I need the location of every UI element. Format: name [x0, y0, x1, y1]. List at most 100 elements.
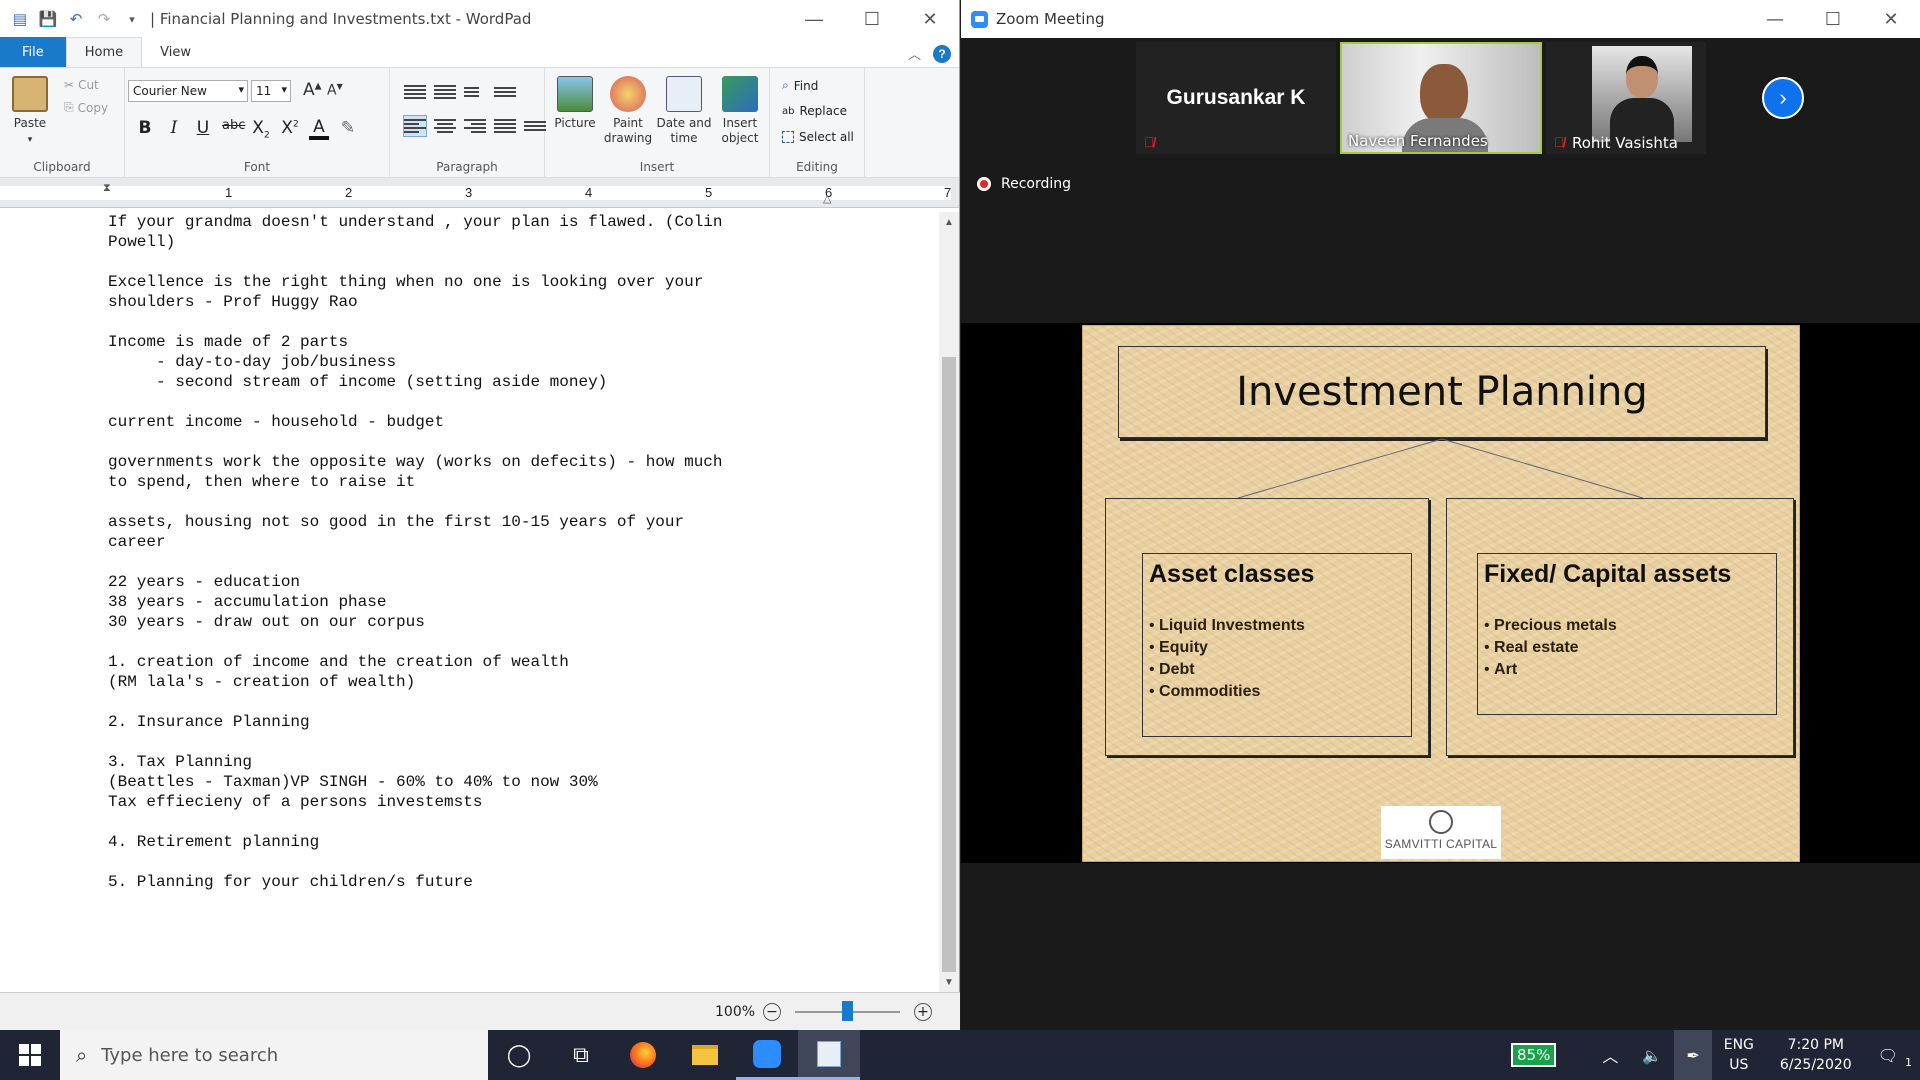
- clock-time: 7:20 PM: [1787, 1037, 1844, 1053]
- vertical-scrollbar[interactable]: ▲ ▼: [939, 212, 959, 992]
- list-icon[interactable]: [464, 82, 486, 102]
- participant-name: Naveen Fernandes: [1348, 132, 1488, 150]
- find-button[interactable]: ⌕ Find: [782, 78, 818, 93]
- align-left-icon[interactable]: [403, 115, 427, 137]
- bold-icon[interactable]: B: [135, 118, 155, 140]
- language-indicator[interactable]: ENG US: [1712, 1035, 1766, 1075]
- right-indent-marker-icon[interactable]: △: [823, 192, 831, 205]
- tab-file[interactable]: File: [0, 37, 66, 67]
- replace-button[interactable]: ab Replace: [782, 104, 847, 118]
- ruler-number: 5: [705, 185, 713, 200]
- insert-object-button[interactable]: Insert object: [715, 76, 765, 146]
- zoom-out-icon[interactable]: −: [763, 1002, 782, 1021]
- search-placeholder: Type here to search: [101, 1044, 279, 1066]
- cut-button[interactable]: ✂ Cut: [64, 78, 99, 92]
- strikethrough-icon[interactable]: abc: [222, 118, 245, 140]
- zoom-window-title: Zoom Meeting: [996, 10, 1105, 28]
- participant-tile[interactable]: Gurusankar K 🎙̸: [1136, 42, 1336, 154]
- help-icon[interactable]: ?: [933, 44, 951, 63]
- increase-indent-icon[interactable]: [434, 82, 456, 102]
- collapse-ribbon-icon[interactable]: ︿: [908, 44, 921, 63]
- font-family-select[interactable]: Courier New: [128, 80, 248, 102]
- italic-icon[interactable]: I: [164, 118, 184, 140]
- notifications-button[interactable]: 🗨 1: [1866, 1046, 1920, 1069]
- next-page-icon[interactable]: ›: [1762, 77, 1804, 119]
- ruler[interactable]: 1 2 3 4 5 6 7 ⧗ △: [0, 178, 959, 208]
- select-all-button[interactable]: Select all: [782, 130, 854, 144]
- document-line: Powell): [108, 233, 176, 251]
- replace-icon: ab: [782, 105, 795, 117]
- font-size-select[interactable]: 11: [251, 80, 291, 102]
- close-button[interactable]: ✕: [901, 0, 959, 38]
- font-group-label: Font: [243, 160, 271, 174]
- paint-drawing-button[interactable]: Paint drawing: [603, 76, 653, 146]
- grow-font-icon[interactable]: A▲: [303, 80, 322, 100]
- zoom-close-button[interactable]: ✕: [1862, 0, 1920, 38]
- undo-icon[interactable]: ↶: [66, 9, 86, 29]
- document-line: assets, housing not so good in the first…: [108, 513, 685, 531]
- copy-button[interactable]: ⎘ Copy: [64, 100, 108, 115]
- superscript-icon[interactable]: X2: [280, 118, 300, 140]
- battery-indicator[interactable]: 85%: [1511, 1043, 1557, 1067]
- line-spacing-icon[interactable]: [494, 82, 516, 102]
- fixed-assets-outer-box: Fixed/ Capital assets Precious metals Re…: [1446, 498, 1794, 756]
- paint-label: Paint drawing: [603, 116, 653, 145]
- firefox-icon[interactable]: [612, 1030, 674, 1080]
- scrollbar-thumb[interactable]: [942, 357, 956, 972]
- picture-label: Picture: [554, 116, 596, 130]
- tab-home[interactable]: Home: [65, 37, 143, 67]
- zoom-slider[interactable]: [795, 1000, 901, 1021]
- participant-tile[interactable]: 🎙̸ Rohit Vasishta: [1546, 42, 1706, 154]
- scroll-up-icon[interactable]: ▲: [939, 212, 959, 232]
- tab-view[interactable]: View: [142, 37, 209, 67]
- file-explorer-icon[interactable]: [674, 1030, 736, 1080]
- text-color-icon[interactable]: A: [309, 118, 329, 141]
- document-line: If your grandma doesn't understand , you…: [108, 213, 723, 231]
- customize-qat-icon[interactable]: ▾: [122, 9, 142, 29]
- volume-icon[interactable]: 🔈: [1630, 1046, 1674, 1065]
- align-right-icon[interactable]: [464, 116, 486, 136]
- justify-icon[interactable]: [494, 116, 516, 136]
- scroll-down-icon[interactable]: ▼: [939, 972, 959, 992]
- redo-icon[interactable]: ↷: [94, 9, 114, 29]
- document-body[interactable]: If your grandma doesn't understand , you…: [0, 212, 940, 992]
- window-title: | Financial Planning and Investments.txt…: [150, 10, 532, 28]
- show-hidden-icons[interactable]: ︿: [1590, 1043, 1630, 1067]
- picture-button[interactable]: Picture: [551, 76, 599, 131]
- zoom-maximize-button[interactable]: ☐: [1804, 0, 1862, 38]
- taskbar-search[interactable]: ⌕ Type here to search: [60, 1030, 488, 1080]
- zoom-taskbar-icon[interactable]: [736, 1030, 798, 1080]
- document-line: shoulders - Prof Huggy Rao: [108, 293, 358, 311]
- decrease-indent-icon[interactable]: [404, 82, 426, 102]
- highlight-icon[interactable]: ✎: [338, 118, 358, 140]
- save-icon[interactable]: 💾: [38, 9, 58, 29]
- wordpad-app-icon[interactable]: ▤: [10, 9, 30, 29]
- shrink-font-icon[interactable]: A▼: [327, 82, 343, 99]
- muted-mic-icon: 🎙̸: [1144, 134, 1155, 150]
- paragraph-settings-icon[interactable]: [524, 116, 546, 136]
- recording-indicator[interactable]: Recording: [977, 176, 1071, 192]
- pen-workspace-icon[interactable]: ✒: [1674, 1030, 1712, 1080]
- minimize-button[interactable]: —: [785, 0, 843, 38]
- underline-icon[interactable]: U: [193, 118, 213, 140]
- maximize-button[interactable]: ☐: [843, 0, 901, 38]
- recording-label: Recording: [1001, 176, 1072, 192]
- zoom-minimize-button[interactable]: —: [1746, 0, 1804, 38]
- paste-button[interactable]: Paste ▾: [12, 76, 48, 148]
- participant-tile-active-speaker[interactable]: Naveen Fernandes: [1340, 42, 1542, 154]
- task-view-icon[interactable]: ⧉: [550, 1030, 612, 1080]
- cortana-icon[interactable]: ◯: [488, 1030, 550, 1080]
- zoom-in-icon[interactable]: +: [914, 1002, 933, 1021]
- indent-marker-icon[interactable]: ⧗: [103, 182, 111, 195]
- subscript-icon[interactable]: X2: [251, 118, 271, 140]
- document-line: career: [108, 533, 166, 551]
- clock[interactable]: 7:20 PM 6/25/2020: [1766, 1035, 1866, 1075]
- wordpad-taskbar-icon[interactable]: [798, 1030, 860, 1080]
- start-button[interactable]: [0, 1030, 60, 1080]
- date-time-button[interactable]: Date and time: [655, 76, 713, 146]
- zoom-slider-knob[interactable]: [842, 1000, 854, 1021]
- asset-classes-title: Asset classes: [1149, 560, 1315, 588]
- align-center-icon[interactable]: [434, 116, 456, 136]
